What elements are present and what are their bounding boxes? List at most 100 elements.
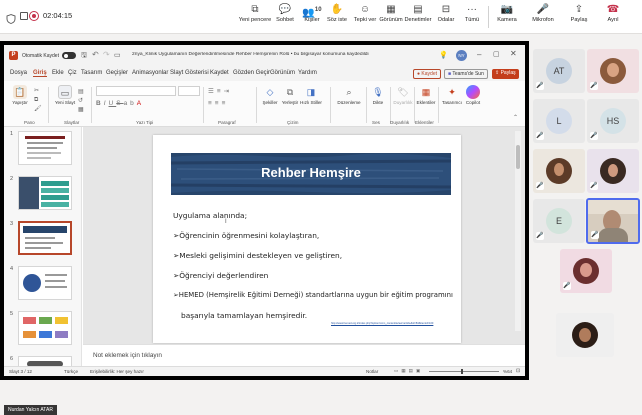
numbering-icon[interactable]: ≡ [217, 88, 224, 95]
designer-button[interactable]: ✦ Tasarımcı [439, 85, 465, 105]
tab-review[interactable]: Gözden Geçir [233, 70, 270, 76]
list-buttons[interactable]: ☰≡⇥ [208, 87, 232, 95]
section-icon[interactable]: ▦ [78, 107, 84, 113]
participant-tile[interactable]: AT 🎤 [533, 49, 585, 93]
minimize-icon[interactable]: – [477, 50, 481, 59]
editing-button[interactable]: ⌕ Düzenleme [334, 85, 364, 105]
participant-tile[interactable]: HS 🎤 [587, 99, 639, 143]
bullets-icon[interactable]: ☰ [208, 88, 217, 95]
zoom-slider[interactable] [429, 369, 499, 374]
autosave-toggle[interactable] [62, 52, 76, 59]
lightbulb-icon[interactable]: 💡 [439, 51, 448, 59]
status-notes-button[interactable]: Notlar [366, 369, 378, 374]
text-shadow-icon[interactable]: ab [124, 100, 137, 107]
font-format-buttons[interactable]: BIUSabA [96, 100, 144, 107]
save-icon[interactable]: 🖫 [81, 51, 87, 62]
tab-record[interactable]: Kaydet [210, 70, 229, 76]
status-accessibility[interactable]: Erişilebilirlik: Her şey hazır [90, 369, 144, 374]
tab-draw[interactable]: Çiz [68, 70, 77, 76]
participant-tile[interactable]: 🎤 [560, 249, 612, 293]
notes-button[interactable]: ▤ Denetimler [403, 3, 433, 31]
copy-icon[interactable]: ⧉ [34, 97, 38, 103]
format-painter-icon[interactable]: 🖌 [34, 106, 42, 112]
new-slide-button[interactable]: ▭ Yeni Slayt [53, 85, 77, 105]
add-ins-button[interactable]: ▦ Eklentiler [414, 85, 438, 105]
tab-design[interactable]: Tasarım [81, 70, 102, 76]
tab-animations[interactable]: Animasyonlar [132, 70, 168, 76]
slide-thumbnail-1[interactable] [18, 131, 72, 165]
layout-icon[interactable]: ▤ [78, 89, 84, 95]
participant-tile[interactable]: E 🎤 [533, 199, 585, 243]
notes-pane[interactable]: Not eklemek için tıklayın [83, 344, 525, 366]
tab-home[interactable]: Giriş [33, 70, 47, 77]
account-avatar[interactable]: NY [456, 50, 467, 61]
indent-icon[interactable]: ⇥ [224, 88, 232, 95]
strikethrough-icon[interactable]: S [116, 100, 123, 107]
slide-number: 1 [10, 131, 14, 137]
participant-tile[interactable]: 🎤 [587, 149, 639, 193]
participant-tile[interactable]: L 🎤 [533, 99, 585, 143]
leave-button[interactable]: ☎ Ayrıl [600, 3, 626, 31]
participant-tile[interactable]: 🎤 [587, 49, 639, 93]
tab-help[interactable]: Yardım [298, 70, 317, 76]
participant-tile[interactable]: 🎤 [533, 149, 585, 193]
font-family-select[interactable] [96, 86, 176, 96]
rooms-button[interactable]: ⊟ Odalar [434, 3, 458, 31]
teams-icon: ■ [448, 71, 452, 77]
dictate-button[interactable]: 🎙 Dikte [368, 85, 388, 105]
people-button[interactable]: 👥10 Kişiler [300, 3, 324, 31]
align-center-icon[interactable]: ≡ [215, 100, 222, 107]
participant-tile[interactable] [556, 313, 614, 357]
tab-transitions[interactable]: Geçişler [106, 70, 128, 76]
paste-button[interactable]: 📋 Yapıştır [8, 85, 32, 105]
chat-button[interactable]: 💬 Sohbet [271, 3, 299, 31]
ppt-share-button[interactable]: ⇪ Paylaş [492, 69, 519, 79]
sensitivity-button[interactable]: 🏷 Duyarlılık [390, 85, 416, 105]
layout-icon[interactable] [20, 12, 28, 20]
cut-icon[interactable]: ✂ [34, 88, 39, 94]
align-right-icon[interactable]: ≡ [222, 100, 229, 107]
font-size-select[interactable] [178, 86, 200, 96]
font-color-icon[interactable]: A [137, 100, 144, 107]
more-button[interactable]: ··· Tümü [460, 3, 484, 31]
bold-icon[interactable]: B [96, 100, 104, 107]
react-button[interactable]: ☺ Tepki ver [351, 3, 379, 31]
present-in-teams-button[interactable]: ■ Teams'de Sun [444, 69, 488, 79]
slide-tools[interactable]: ▤ ↺ ▦ [78, 88, 84, 115]
slide-thumbnail-5[interactable] [18, 311, 72, 345]
align-left-icon[interactable]: ≡ [208, 100, 215, 107]
status-language[interactable]: Türkçe [64, 369, 78, 374]
tab-insert[interactable]: Ekle [52, 70, 64, 76]
zoom-level[interactable]: %64 [503, 369, 512, 374]
vertical-scrollbar[interactable] [515, 131, 521, 331]
align-buttons[interactable]: ≡≡≡ [208, 100, 228, 107]
tab-file[interactable]: Dosya [10, 70, 27, 76]
mic-button[interactable]: 🎤 Mikrofon [528, 3, 558, 31]
close-icon[interactable]: ✕ [510, 49, 517, 58]
view-button[interactable]: ▦ Görünüm [377, 3, 405, 31]
tab-slideshow[interactable]: Slayt Gösterisi [170, 70, 209, 76]
fit-slide-icon[interactable]: ⊡ [516, 368, 520, 374]
reset-icon[interactable]: ↺ [78, 98, 83, 104]
share-button[interactable]: ⇪ Paylaş [566, 3, 592, 31]
view-mode-icons[interactable]: ▭▦▤▣ [394, 368, 423, 374]
undo-icon[interactable]: ↶ [92, 50, 99, 59]
redo-icon[interactable]: ↷ [103, 50, 110, 59]
new-window-button[interactable]: ⧉ Yeni pencere [236, 3, 274, 31]
slide-thumbnail-3[interactable] [18, 221, 72, 255]
collapse-ribbon-icon[interactable]: ⌃ [513, 114, 518, 121]
source-link[interactable]: http://www.hemed.org.tr/index.php?option… [331, 322, 433, 325]
tab-view[interactable]: Görünüm [270, 70, 295, 76]
record-button[interactable]: ● Kaydet [413, 69, 441, 79]
slide-thumbnail-2[interactable] [18, 176, 72, 210]
copilot-button[interactable]: Copilot [463, 85, 483, 105]
participant-video-tile[interactable]: 🎤 [586, 198, 640, 244]
present-icon[interactable]: ▭ [114, 51, 121, 59]
clipboard-tools[interactable]: ✂ ⧉ 🖌 [34, 87, 42, 114]
quick-styles-button[interactable]: ◨ Hızlı Stiller [299, 85, 323, 105]
raise-hand-button[interactable]: ✋ Söz iste [325, 3, 349, 31]
slide-thumbnail-4[interactable] [18, 266, 72, 300]
maximize-icon[interactable]: ▢ [493, 50, 500, 58]
current-slide[interactable]: Rehber Hemşire Uygulama alanında; I ➢Öğr… [153, 135, 461, 343]
camera-button[interactable]: 📷 Kamera [494, 3, 520, 31]
